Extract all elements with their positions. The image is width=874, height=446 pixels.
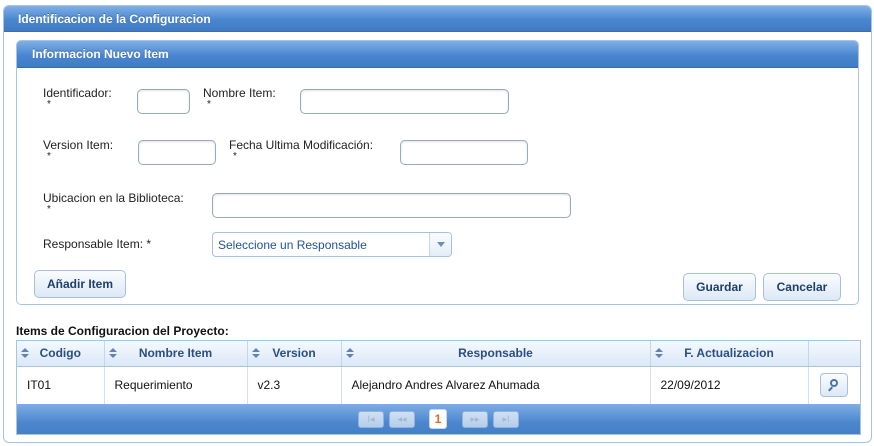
table-header-row: Codigo Nombre Item Version Responsable F… [17,341,860,367]
form-title: Informacion Nuevo Item [17,41,858,68]
column-header-codigo[interactable]: Codigo [17,341,105,367]
add-item-button[interactable]: Añadir Item [34,270,126,298]
column-header-responsable[interactable]: Responsable [341,341,651,367]
grid-title: Items de Configuracion del Proyecto: [16,324,229,338]
cell-version: v2.3 [247,366,342,404]
magnifier-icon [830,379,839,388]
items-grid: Codigo Nombre Item Version Responsable F… [16,340,861,435]
cell-responsable: Alejandro Andres Alvarez Ahumada [341,366,651,404]
ubicacion-label: Ubicacion en la Biblioteca: [43,191,184,205]
responsable-select[interactable]: Seleccione un Responsable [212,232,452,257]
items-table: Codigo Nombre Item Version Responsable F… [17,341,860,404]
required-mark: * [207,99,211,110]
fecha-modificacion-label: Fecha Ultima Modificación: [229,138,374,152]
cell-actions [808,366,860,404]
column-header-actions [808,341,860,367]
pager: I◂ ◂◂ 1 ▸▸ ▸I [17,404,860,434]
column-header-version[interactable]: Version [247,341,342,367]
prev-page-button[interactable]: ◂◂ [389,411,415,428]
responsable-selected-value: Seleccione un Responsable [218,238,367,252]
sort-icon [21,348,29,359]
last-page-button[interactable]: ▸I [493,411,519,428]
first-page-button[interactable]: I◂ [358,411,384,428]
cell-nombre-item: Requerimiento [104,366,248,404]
cancel-button[interactable]: Cancelar [763,273,841,301]
version-item-input[interactable] [138,140,216,165]
version-item-label: Version Item: [43,138,114,152]
save-button[interactable]: Guardar [683,273,756,301]
view-item-button[interactable] [820,373,849,398]
required-mark: * [47,151,51,162]
ubicacion-input[interactable] [212,193,571,218]
identificador-label: Identificador: [43,86,112,100]
required-mark: * [47,99,51,110]
current-page[interactable]: 1 [429,409,447,429]
nombre-item-label: Nombre Item: [203,86,276,100]
chevron-down-icon[interactable] [429,233,451,256]
cell-f-actualizacion: 22/09/2012 [650,366,809,404]
column-header-f-actualizacion[interactable]: F. Actualizacion [650,341,809,367]
required-mark: * [233,151,237,162]
column-header-nombre-item[interactable]: Nombre Item [104,341,248,367]
sort-icon [654,348,663,359]
next-page-button[interactable]: ▸▸ [462,411,488,428]
fecha-modificacion-input[interactable] [400,140,528,165]
panel-title: Identificacion de la Configuracion [4,6,871,32]
nombre-item-input[interactable] [300,89,509,114]
new-item-form: Informacion Nuevo Item Identificador: * … [16,40,859,305]
sort-icon [251,348,260,359]
sort-icon [345,348,354,359]
cell-codigo: IT01 [17,366,105,404]
table-row[interactable]: IT01 Requerimiento v2.3 Alejandro Andres… [17,366,860,404]
responsable-label: Responsable Item: * [43,237,152,251]
sort-icon [108,348,117,359]
identificador-input[interactable] [137,89,190,114]
required-mark: * [47,204,51,215]
